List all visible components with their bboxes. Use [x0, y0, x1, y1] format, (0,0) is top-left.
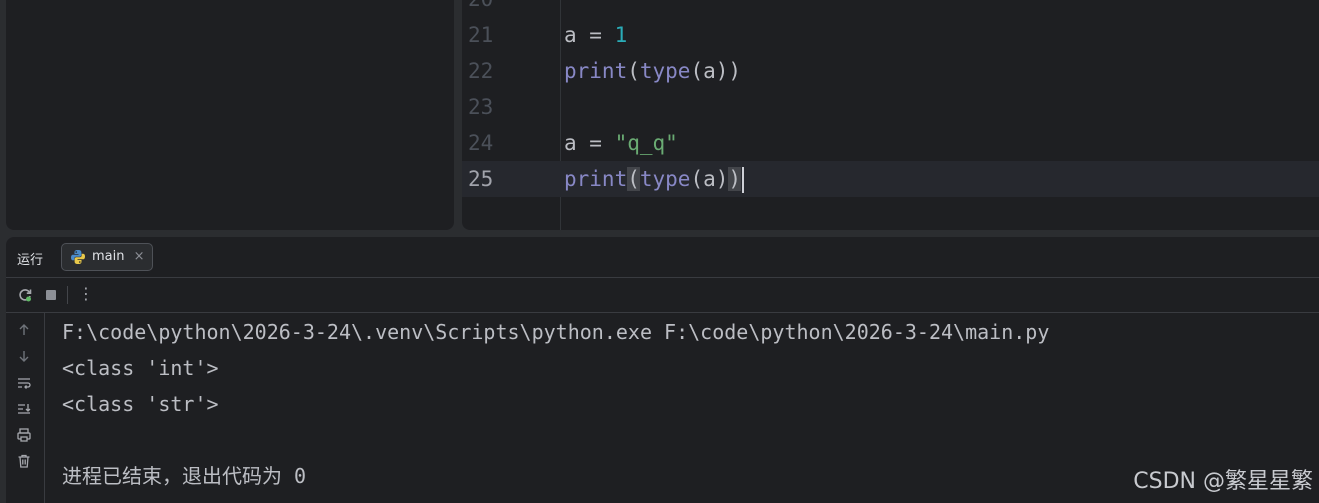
- arrow-down-icon[interactable]: [16, 348, 32, 364]
- ide-window: 20 21 a = 1 22 print(type(a)) 23 24 a = …: [0, 0, 1319, 503]
- console-line: F:\code\python\2026-3-24\.venv\Scripts\p…: [62, 320, 1050, 344]
- console-side-toolbar: [6, 313, 45, 503]
- line-number: 25: [468, 167, 494, 191]
- console-line: <class 'int'>: [62, 356, 219, 380]
- code-line-22[interactable]: 22 print(type(a)): [462, 53, 1319, 89]
- more-options-icon[interactable]: ⋮: [78, 284, 94, 303]
- run-title: 运行: [17, 253, 44, 268]
- text-caret: [742, 167, 745, 193]
- code-text: a = 1: [564, 23, 628, 47]
- code-text: print(type(a)): [564, 59, 742, 83]
- line-number: 23: [468, 95, 494, 119]
- arrow-up-icon[interactable]: [16, 322, 32, 338]
- line-number: 21: [468, 23, 494, 47]
- code-line-20[interactable]: 20: [462, 0, 1319, 17]
- line-number: 22: [468, 59, 494, 83]
- trash-icon[interactable]: [16, 453, 32, 469]
- code-text: a = "q_q": [564, 131, 678, 155]
- run-tab-main[interactable]: main ×: [61, 243, 154, 271]
- print-icon[interactable]: [16, 427, 32, 443]
- project-panel: [6, 0, 454, 230]
- scroll-to-end-icon[interactable]: [16, 401, 32, 417]
- code-editor[interactable]: 20 21 a = 1 22 print(type(a)) 23 24 a = …: [462, 0, 1319, 230]
- rerun-icon[interactable]: [17, 287, 33, 303]
- soft-wrap-icon[interactable]: [16, 375, 32, 391]
- run-tool-window: 运行 main × ⋮ F:\code\python\2026-3-24\.ve…: [6, 237, 1319, 503]
- stop-icon[interactable]: [43, 287, 59, 303]
- code-line-24[interactable]: 24 a = "q_q": [462, 125, 1319, 161]
- console-line: 进程已结束，退出代码为 0: [62, 464, 307, 488]
- code-line-23[interactable]: 23: [462, 89, 1319, 125]
- line-number: 24: [468, 131, 494, 155]
- close-icon[interactable]: ×: [134, 244, 145, 270]
- run-tab-label: main: [92, 249, 125, 264]
- code-text: print(type(a)): [564, 161, 745, 197]
- run-toolbar: ⋮: [6, 278, 1319, 313]
- code-line-25[interactable]: 25 print(type(a)): [462, 161, 1319, 197]
- run-header: 运行 main ×: [6, 237, 1319, 278]
- python-icon: [71, 250, 85, 264]
- console-line: <class 'str'>: [62, 392, 219, 416]
- code-line-21[interactable]: 21 a = 1: [462, 17, 1319, 53]
- toolbar-separator: [67, 286, 68, 304]
- line-number: 20: [468, 0, 508, 17]
- watermark: CSDN @繁星星繁: [1133, 469, 1313, 494]
